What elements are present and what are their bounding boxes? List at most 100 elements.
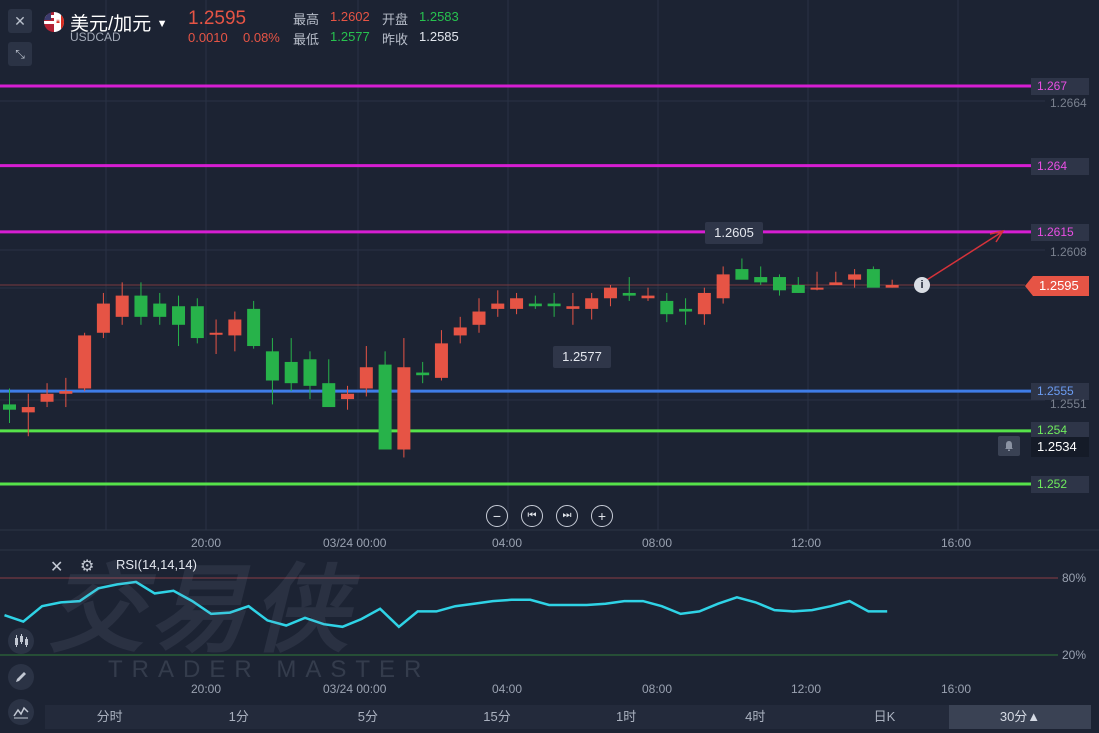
x-label-1: 20:00 (191, 536, 222, 550)
open-label: 开盘 (382, 12, 409, 27)
info-icon[interactable]: i (914, 277, 930, 293)
candle-body (40, 393, 54, 402)
candle-body (754, 277, 768, 283)
trend-arrow (926, 231, 1003, 281)
zoom-in-button[interactable]: + (591, 505, 613, 527)
indicator-tool-button[interactable] (8, 628, 34, 654)
tf-daily[interactable]: 日K (820, 705, 949, 729)
high-label: 最高 (293, 12, 320, 27)
rsi-settings-button[interactable]: ⚙ (80, 556, 94, 576)
low-callout: 1.2577 (553, 346, 611, 368)
candle-body (359, 367, 373, 389)
candle-body (772, 277, 786, 291)
candle-body (622, 292, 636, 296)
candle-body (209, 332, 223, 335)
candle-body (78, 335, 92, 389)
candle-body (735, 269, 749, 280)
tf-minute-line[interactable]: 分时 (45, 705, 174, 729)
rsi-x-label-1: 20:00 (191, 682, 222, 696)
candle-body (829, 282, 843, 285)
current-price-tag: 1.2595 (1025, 276, 1089, 296)
trading-chart-app: 交易侠 TRADER MASTER ✕ ⤡ 美元/加元 ▼ USDCAD 1.2… (0, 0, 1099, 733)
x-label-5: 12:00 (791, 536, 822, 550)
tf-1h[interactable]: 1时 (562, 705, 691, 729)
collapse-button[interactable]: ⤡ (8, 42, 32, 66)
alert-price-tag: 1.2534 (1031, 437, 1089, 457)
candle-body (453, 327, 467, 336)
candle-body (153, 303, 167, 317)
prev-close-label: 昨收 (382, 32, 409, 47)
candle-body (416, 372, 430, 376)
axis-price-1: 1.2664 (1050, 96, 1087, 110)
rsi-x-label-5: 12:00 (791, 682, 822, 696)
candle-body (660, 300, 674, 315)
candle-body (434, 343, 448, 378)
candle-body (284, 361, 298, 384)
x-label-3: 04:00 (492, 536, 523, 550)
candle-body (566, 306, 580, 309)
axis-price-2: 1.2608 (1050, 245, 1087, 259)
candle-body (585, 298, 599, 309)
line-tool-button[interactable] (8, 699, 34, 725)
rsi-x-label-6: 16:00 (941, 682, 972, 696)
candle-body (716, 274, 730, 299)
skip-forward-icon: ⏭ (562, 510, 572, 521)
scroll-start-button[interactable]: ⏮ (521, 505, 543, 527)
candle-body (472, 311, 486, 325)
candle-body (378, 364, 392, 450)
rsi-label: RSI(14,14,14) (116, 557, 197, 572)
candle-body (228, 319, 242, 336)
candle-body (134, 295, 148, 317)
tf-15m[interactable]: 15分 (432, 705, 561, 729)
candle-body (322, 383, 336, 408)
axis-price-3: 1.2551 (1050, 397, 1087, 411)
tf-1m[interactable]: 1分 (174, 705, 303, 729)
close-icon: ✕ (14, 12, 26, 29)
high-value: 1.2602 (330, 9, 370, 24)
high-callout: 1.2605 (705, 222, 763, 244)
tf-4h[interactable]: 4时 (691, 705, 820, 729)
watermark-cn: 交易侠 (48, 557, 354, 664)
flag-icon (44, 12, 64, 32)
candle-body (96, 303, 110, 333)
candle-body (341, 393, 355, 400)
symbol-code: USDCAD (70, 30, 121, 44)
timeframe-bar: 分时 1分 5分 15分 1时 4时 日K 30分▲ (45, 705, 1092, 729)
close-icon: ✕ (50, 559, 64, 576)
candle-body (641, 295, 655, 299)
price-change: 0.0010 (188, 30, 228, 45)
candle-body (247, 308, 261, 347)
tf-30m-selected[interactable]: 30分▲ (948, 705, 1092, 729)
x-label-6: 16:00 (941, 536, 972, 550)
candle-body (866, 269, 880, 288)
close-button[interactable]: ✕ (8, 9, 32, 33)
candle-body (172, 306, 186, 325)
candle-body (603, 287, 617, 299)
rsi-close-button[interactable]: ✕ (50, 557, 63, 577)
candle-body (848, 274, 862, 280)
x-label-4: 08:00 (642, 536, 673, 550)
draw-tool-button[interactable] (8, 664, 34, 690)
alert-bell-button[interactable] (998, 436, 1020, 456)
prev-close-value: 1.2585 (419, 29, 459, 44)
low-label: 最低 (293, 32, 320, 47)
candle-body (491, 303, 505, 309)
rsi-upper-label: 80% (1062, 571, 1087, 585)
price-change-pct: 0.08% (243, 30, 280, 45)
candle-body (547, 303, 561, 307)
candle-body (397, 367, 411, 450)
rsi-x-label-3: 04:00 (492, 682, 523, 696)
skip-back-icon: ⏮ (527, 510, 537, 521)
candle-body (885, 285, 899, 288)
tf-5m[interactable]: 5分 (303, 705, 432, 729)
scroll-end-button[interactable]: ⏭ (556, 505, 578, 527)
collapse-icon: ⤡ (15, 46, 25, 61)
low-callout-text: 1.2577 (562, 349, 602, 364)
candle-body (510, 298, 524, 309)
zoom-out-button[interactable]: − (486, 505, 508, 527)
chevron-down-icon: ▼ (156, 18, 168, 30)
rsi-lower-label: 20% (1062, 648, 1087, 662)
candles-icon (15, 634, 28, 647)
candle-body (679, 308, 693, 312)
line-chart-icon (13, 706, 29, 719)
